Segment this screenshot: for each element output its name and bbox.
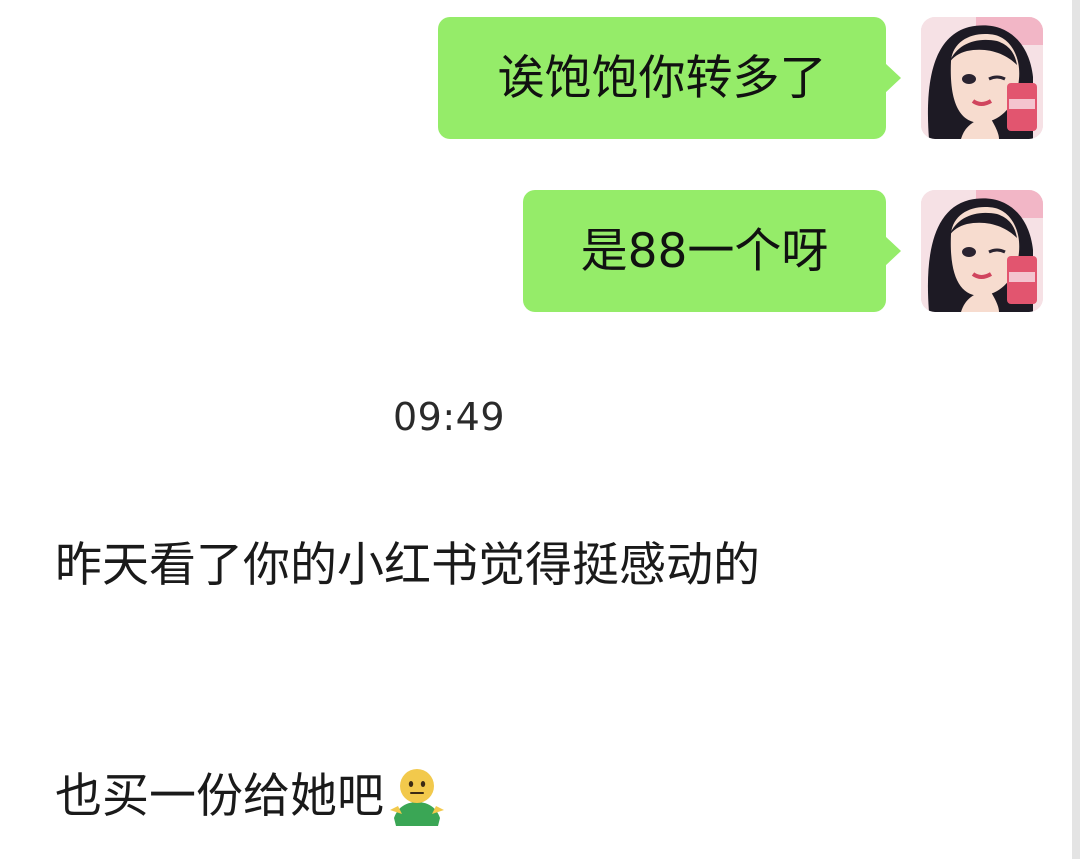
outgoing-message-bubble[interactable]: 诶饱饱你转多了 [438, 17, 901, 139]
outgoing-message-bubble[interactable]: 是88一个呀 [523, 190, 901, 312]
message-text: 诶饱饱你转多了 [497, 50, 827, 106]
cartoon-girl-avatar-icon[interactable] [921, 17, 1043, 139]
shrug-person-emoji-icon [388, 766, 446, 828]
incoming-message[interactable]: 也买一份给她吧 [55, 764, 446, 830]
message-text: 是88一个呀 [580, 223, 829, 279]
scroll-edge [1072, 0, 1080, 859]
incoming-message-text: 也买一份给她吧 [55, 769, 384, 824]
incoming-message-text[interactable]: 昨天看了你的小红书觉得挺感动的 [55, 533, 825, 599]
cartoon-girl-avatar-icon[interactable] [921, 190, 1043, 312]
message-timestamp: 09:49 [393, 395, 506, 439]
